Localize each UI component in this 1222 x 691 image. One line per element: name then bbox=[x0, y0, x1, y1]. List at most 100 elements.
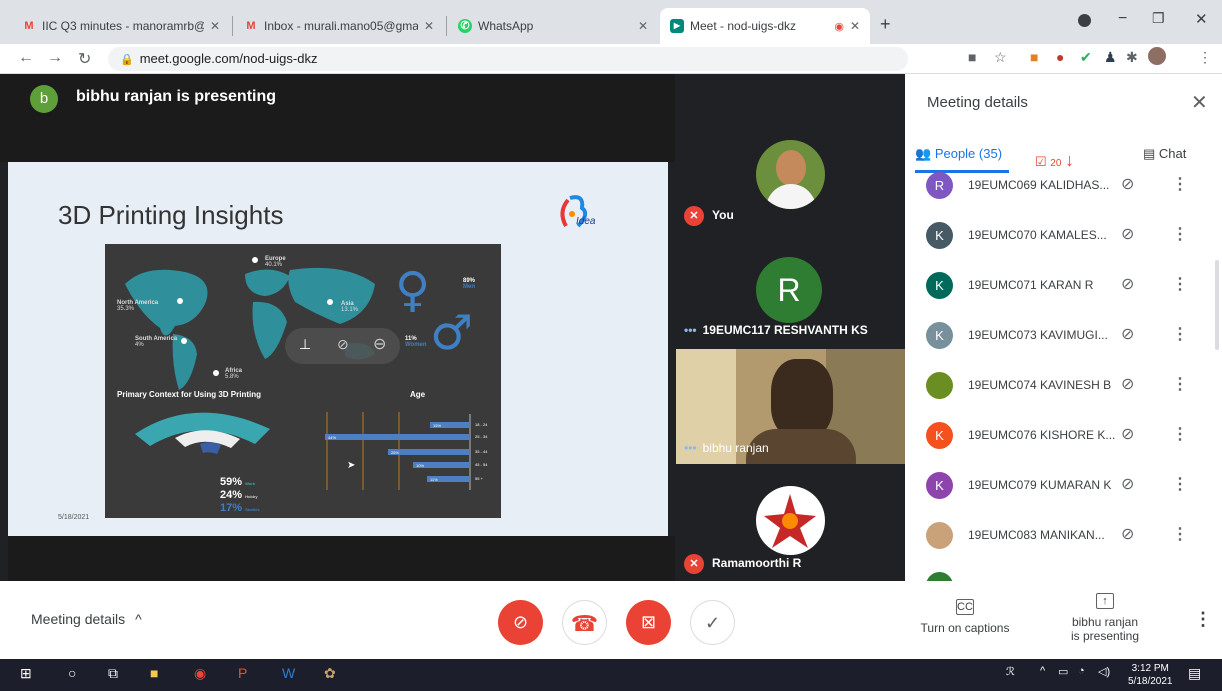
extension-icon[interactable]: ♟ bbox=[1104, 49, 1117, 66]
idea-logo: Idea bbox=[554, 192, 608, 238]
participant-name: 19EUMC069 KALIDHAS... bbox=[968, 178, 1110, 192]
participant-tile-you[interactable]: ✕ You bbox=[676, 116, 905, 251]
captions-icon: CC bbox=[956, 599, 974, 615]
chevron-up-icon[interactable]: ^ bbox=[1040, 665, 1045, 677]
more-options-icon[interactable]: ⋮ bbox=[1172, 474, 1188, 494]
tab-title: WhatsApp bbox=[478, 19, 534, 33]
search-icon[interactable]: ○ bbox=[68, 665, 76, 681]
more-options-icon[interactable]: ⋮ bbox=[1172, 224, 1188, 244]
participant-tile-bibhu[interactable]: ••• bibhu ranjan bbox=[676, 349, 905, 464]
wifi-icon[interactable]: ◔ bbox=[1078, 665, 1085, 677]
new-tab-button[interactable]: + bbox=[880, 14, 891, 35]
mic-off-icon: ⊘ bbox=[1121, 226, 1135, 243]
list-item[interactable]: K 19EUMC076 KISHORE K... ⊘ ⋮ bbox=[905, 410, 1222, 460]
close-icon[interactable]: ✕ bbox=[850, 19, 860, 33]
presenting-button[interactable]: ↑ bibhu ranjan is presenting bbox=[1050, 593, 1160, 643]
more-options-icon[interactable]: ⋮ bbox=[1194, 609, 1212, 630]
powerpoint-icon[interactable]: P bbox=[238, 665, 247, 681]
address-bar[interactable]: 🔒 meet.google.com/nod-uigs-dkz bbox=[108, 47, 908, 71]
list-item[interactable]: K 19EUMC071 KARAN R ⊘ ⋮ bbox=[905, 260, 1222, 310]
close-icon[interactable]: ✕ bbox=[424, 19, 434, 33]
clock[interactable]: 3:12 PM 5/18/2021 bbox=[1128, 662, 1173, 688]
volume-icon[interactable]: ◁) bbox=[1098, 665, 1110, 678]
meeting-details-button[interactable]: Meeting details ^ bbox=[31, 611, 142, 627]
more-icon: ••• bbox=[684, 441, 697, 455]
word-icon[interactable]: W bbox=[282, 665, 295, 681]
tasks-icon[interactable]: ☑ 20 ↓ bbox=[1035, 150, 1074, 171]
checkmark-extension-icon[interactable]: ✔ bbox=[1080, 49, 1092, 66]
browser-tab-4[interactable]: ▶ Meet - nod-uigs-dkz ◉ ✕ bbox=[660, 8, 870, 44]
minimize-icon[interactable]: ⊖ bbox=[373, 334, 386, 354]
more-options-icon[interactable]: ⋮ bbox=[1172, 424, 1188, 444]
chat-icon: ▤ bbox=[1143, 146, 1156, 161]
context-heading: Primary Context for Using 3D Printing bbox=[117, 390, 262, 399]
browser-tab-2[interactable]: M Inbox - murali.mano05@gmail.cc ✕ bbox=[234, 8, 444, 44]
captions-button[interactable]: CC Turn on captions bbox=[918, 599, 1012, 635]
battery-icon[interactable]: ▭ bbox=[1058, 665, 1068, 678]
list-item[interactable]: K 19EUMC079 KUMARAN K ⊘ ⋮ bbox=[905, 460, 1222, 510]
avatar bbox=[926, 372, 953, 399]
extension-icon[interactable]: ■ bbox=[1030, 49, 1038, 65]
mic-toggle-button[interactable]: ⊘ bbox=[498, 600, 543, 645]
puzzle-icon[interactable]: ✱ bbox=[1126, 49, 1138, 66]
recording-icon: ◉ bbox=[834, 20, 844, 33]
more-menu-icon[interactable]: ⋮ bbox=[1198, 49, 1212, 66]
reload-icon[interactable]: ↻ bbox=[78, 49, 91, 69]
chrome-icon[interactable]: ◉ bbox=[194, 665, 206, 682]
participant-name: 19EUMC076 KISHORE K... bbox=[968, 428, 1116, 442]
more-options-icon[interactable]: ⋮ bbox=[1172, 374, 1188, 394]
participant-name: 19EUMC070 KAMALES... bbox=[968, 228, 1107, 242]
profile-icon[interactable] bbox=[1078, 14, 1091, 27]
avatar: K bbox=[926, 322, 953, 349]
list-item[interactable]: K 19EUMC070 KAMALES... ⊘ ⋮ bbox=[905, 210, 1222, 260]
back-icon[interactable]: ← bbox=[18, 49, 34, 67]
svg-text:♂: ♂ bbox=[430, 305, 473, 361]
extension-icon[interactable]: ● bbox=[1056, 49, 1064, 65]
raise-hand-button[interactable]: ✓ bbox=[690, 600, 735, 645]
list-item[interactable]: 19EUMC074 KAVINESH B ⊘ ⋮ bbox=[905, 360, 1222, 410]
browser-tab-1[interactable]: M IIC Q3 minutes - manoramrb@sk ✕ bbox=[12, 8, 230, 44]
file-explorer-icon[interactable]: ■ bbox=[150, 665, 158, 681]
list-item[interactable]: 19EUMC083 MANIKAN... ⊘ ⋮ bbox=[905, 510, 1222, 560]
window-close-button[interactable]: ✕ bbox=[1195, 10, 1208, 28]
hang-up-icon: ☎ bbox=[570, 611, 599, 636]
tab-people[interactable]: 👥 People (35) bbox=[915, 146, 1002, 162]
bookmark-star-icon[interactable]: ☆ bbox=[994, 49, 1007, 66]
list-item[interactable] bbox=[905, 560, 1222, 581]
mic-off-icon: ⊘ bbox=[1121, 376, 1135, 393]
app-icon[interactable]: ✿ bbox=[324, 665, 336, 682]
participant-tile-ramamoorthi[interactable]: ✕ Ramamoorthi R bbox=[676, 464, 905, 581]
tab-chat[interactable]: ▤ Chat bbox=[1143, 146, 1186, 162]
camera-icon[interactable]: ■ bbox=[968, 49, 976, 65]
people-icon[interactable]: ℛ bbox=[1006, 665, 1015, 678]
close-icon[interactable]: ✕ bbox=[1191, 90, 1208, 115]
participant-tile-reshvanth[interactable]: R ••• 19EUMC117 RESHVANTH KS bbox=[676, 251, 905, 349]
mic-off-icon[interactable]: ⊘ bbox=[337, 336, 349, 353]
leave-call-button[interactable]: ☎ bbox=[562, 600, 607, 645]
scrollbar[interactable] bbox=[1215, 260, 1219, 350]
pin-icon[interactable]: ⊥ bbox=[299, 336, 311, 353]
notification-icon[interactable]: ▤ bbox=[1188, 665, 1201, 682]
presentation-controls[interactable]: ⊥ ⊘ ⊖ bbox=[285, 328, 400, 364]
avatar[interactable] bbox=[1148, 47, 1166, 65]
windows-taskbar: ⊞ ○ ⧉ ■ ◉ P W ✿ ℛ ^ ▭ ◔ ◁) 3:12 PM 5/18/2… bbox=[0, 659, 1222, 691]
tab-title: Meet - nod-uigs-dkz bbox=[690, 19, 797, 33]
more-options-icon[interactable]: ⋮ bbox=[1172, 524, 1188, 544]
task-view-icon[interactable]: ⧉ bbox=[108, 665, 118, 682]
close-icon[interactable]: ✕ bbox=[210, 19, 220, 33]
close-icon[interactable]: ✕ bbox=[638, 19, 648, 33]
more-options-icon[interactable]: ⋮ bbox=[1172, 324, 1188, 344]
more-options-icon[interactable]: ⋮ bbox=[1172, 274, 1188, 294]
list-item[interactable]: R 19EUMC069 KALIDHAS... ⊘ ⋮ bbox=[905, 172, 1222, 210]
browser-tab-3[interactable]: ✆ WhatsApp ✕ bbox=[448, 8, 658, 44]
more-options-icon[interactable]: ⋮ bbox=[1172, 174, 1188, 194]
forward-icon[interactable]: → bbox=[47, 49, 63, 67]
restore-button[interactable]: ❐ bbox=[1152, 10, 1165, 27]
windows-start-icon[interactable]: ⊞ bbox=[20, 665, 32, 682]
list-item[interactable]: K 19EUMC073 KAVIMUGI... ⊘ ⋮ bbox=[905, 310, 1222, 360]
slide-title: 3D Printing Insights bbox=[58, 200, 284, 230]
people-list: R 19EUMC069 KALIDHAS... ⊘ ⋮ K 19EUMC070 KAMA… bbox=[905, 172, 1222, 581]
camera-toggle-button[interactable]: ⊠ bbox=[626, 600, 671, 645]
avatar: K bbox=[926, 222, 953, 249]
minimize-button[interactable]: − bbox=[1118, 10, 1127, 28]
